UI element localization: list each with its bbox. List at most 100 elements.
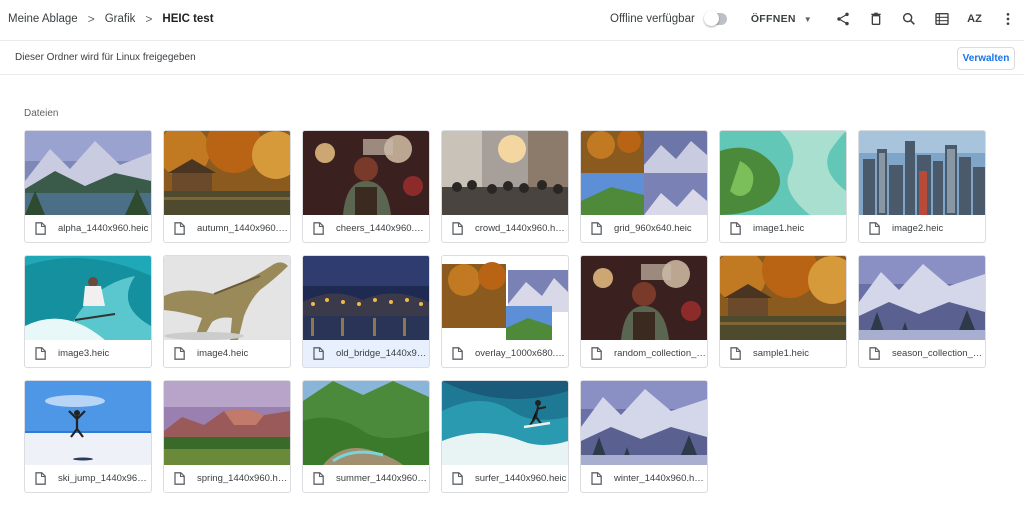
breadcrumb-item-current: HEIC test [162, 13, 214, 25]
file-thumbnail [25, 381, 151, 465]
file-icon [591, 222, 602, 235]
thumbnail-image [303, 256, 429, 340]
file-card[interactable]: autumn_1440x960.heic [163, 130, 291, 243]
file-icon [591, 347, 602, 360]
file-icon [174, 472, 185, 485]
section-label-files: Dateien [24, 108, 59, 119]
file-thumbnail [581, 381, 707, 465]
file-thumbnail [25, 256, 151, 340]
file-card[interactable]: random_collection_1440x960.heic [580, 255, 708, 368]
thumbnail-image [164, 381, 290, 465]
file-caption: old_bridge_1440x960.heic [303, 340, 429, 367]
file-card[interactable]: image4.heic [163, 255, 291, 368]
file-thumbnail [720, 131, 846, 215]
search-icon [902, 12, 915, 25]
file-card[interactable]: crowd_1440x960.heic [441, 130, 569, 243]
open-button[interactable]: ÖFFNEN ▼ [745, 5, 818, 33]
file-card[interactable]: grid_960x640.heic [580, 130, 708, 243]
share-icon [836, 12, 849, 26]
thumbnail-image [859, 131, 985, 215]
thumbnail-image [720, 131, 846, 215]
breadcrumb-item-grafik[interactable]: Grafik [105, 13, 136, 25]
file-name: season_collection_1440x960.heic [892, 348, 984, 359]
search-button[interactable] [892, 5, 925, 33]
file-card[interactable]: summer_1440x960.heic [302, 380, 430, 493]
breadcrumb: Meine Ablage > Grafik > HEIC test [0, 12, 214, 26]
thumbnail-image [859, 256, 985, 340]
file-name: spring_1440x960.heic [197, 473, 289, 484]
linux-share-message: Dieser Ordner wird für Linux freigegeben [15, 52, 196, 63]
more-options-button[interactable] [991, 5, 1024, 33]
file-icon [452, 222, 463, 235]
view-toggle-button[interactable] [925, 5, 958, 33]
file-name: sample1.heic [753, 348, 809, 359]
file-card[interactable]: surfer_1440x960.heic [441, 380, 569, 493]
file-thumbnail [442, 256, 568, 340]
file-icon [869, 222, 880, 235]
file-thumbnail [164, 256, 290, 340]
file-thumbnail [442, 381, 568, 465]
file-card[interactable]: sample1.heic [719, 255, 847, 368]
file-card[interactable]: season_collection_1440x960.heic [858, 255, 986, 368]
file-caption: spring_1440x960.heic [164, 465, 290, 492]
open-button-label: ÖFFNEN [750, 13, 796, 25]
thumbnail-image [303, 381, 429, 465]
file-thumbnail [303, 131, 429, 215]
file-icon [174, 222, 185, 235]
file-caption: autumn_1440x960.heic [164, 215, 290, 242]
file-thumbnail [581, 131, 707, 215]
file-icon [313, 472, 324, 485]
toolbar-actions: Offline verfügbar ÖFFNEN ▼ AZ [610, 0, 1024, 38]
file-card[interactable]: winter_1440x960.heic [580, 380, 708, 493]
file-icon [313, 222, 324, 235]
trash-icon [870, 12, 881, 25]
file-thumbnail [303, 256, 429, 340]
file-card[interactable]: image2.heic [858, 130, 986, 243]
thumbnail-image [581, 131, 707, 215]
file-card[interactable]: spring_1440x960.heic [163, 380, 291, 493]
file-card[interactable]: alpha_1440x960.heic [24, 130, 152, 243]
offline-toggle[interactable] [703, 11, 727, 26]
file-icon [452, 347, 463, 360]
file-caption: summer_1440x960.heic [303, 465, 429, 492]
thumbnail-image [164, 256, 290, 340]
delete-button[interactable] [859, 5, 892, 33]
file-card[interactable]: old_bridge_1440x960.heic [302, 255, 430, 368]
file-card[interactable]: image1.heic [719, 130, 847, 243]
caret-down-icon: ▼ [803, 14, 812, 24]
offline-label: Offline verfügbar [610, 13, 695, 25]
manage-button[interactable]: Verwalten [957, 47, 1015, 70]
file-icon [591, 472, 602, 485]
file-icon [452, 472, 463, 485]
file-thumbnail [164, 381, 290, 465]
file-card[interactable]: overlay_1000x680.heic [441, 255, 569, 368]
thumbnail-image [442, 381, 568, 465]
share-button[interactable] [826, 5, 859, 33]
breadcrumb-separator: > [87, 12, 95, 26]
file-caption: season_collection_1440x960.heic [859, 340, 985, 367]
file-caption: grid_960x640.heic [581, 215, 707, 242]
file-card[interactable]: image3.heic [24, 255, 152, 368]
sort-icon: AZ [967, 13, 982, 25]
file-card[interactable]: ski_jump_1440x960.heic [24, 380, 152, 493]
file-card[interactable]: cheers_1440x960.heic [302, 130, 430, 243]
file-thumbnail [859, 256, 985, 340]
file-name: alpha_1440x960.heic [58, 223, 149, 234]
more-vert-icon [1006, 13, 1009, 25]
file-caption: image3.heic [25, 340, 151, 367]
file-name: grid_960x640.heic [614, 223, 692, 234]
file-thumbnail [859, 131, 985, 215]
file-caption: crowd_1440x960.heic [442, 215, 568, 242]
file-name: overlay_1000x680.heic [475, 348, 567, 359]
file-name: crowd_1440x960.heic [475, 223, 567, 234]
file-thumbnail [164, 131, 290, 215]
top-bar: Meine Ablage > Grafik > HEIC test Offlin… [0, 0, 1024, 38]
file-thumbnail [25, 131, 151, 215]
file-icon [35, 347, 46, 360]
file-icon [869, 347, 880, 360]
thumbnail-image [164, 131, 290, 215]
file-caption: image2.heic [859, 215, 985, 242]
breadcrumb-item-my-drive[interactable]: Meine Ablage [8, 13, 78, 25]
breadcrumb-separator: > [145, 12, 153, 26]
sort-button[interactable]: AZ [958, 5, 991, 33]
